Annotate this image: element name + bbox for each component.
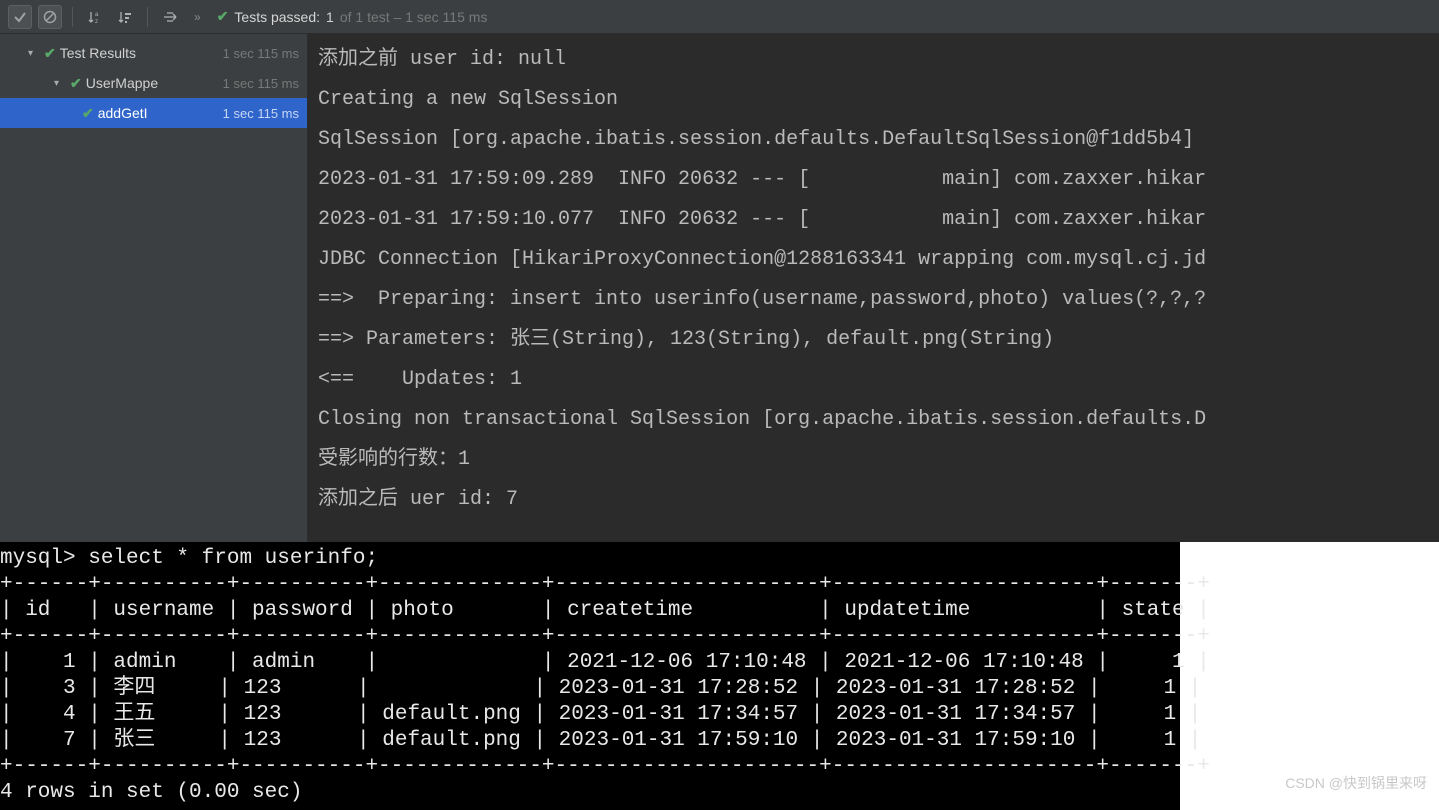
ide-test-panel: az » ✔ Tests passed: 1 of 1 test – 1 sec… — [0, 0, 1439, 542]
console-output[interactable]: 添加之前 user id: null Creating a new SqlSes… — [308, 34, 1439, 542]
check-icon: ✔ — [44, 45, 56, 62]
tree-root-test-results[interactable]: ▾ ✔ Test Results 1 sec 115 ms — [0, 38, 307, 68]
more-chevron-icon[interactable]: » — [194, 10, 201, 24]
separator — [147, 7, 148, 27]
ban-icon — [43, 10, 57, 24]
sort-alpha-button[interactable]: az — [83, 5, 107, 29]
check-icon: ✔ — [217, 8, 229, 25]
svg-text:z: z — [95, 19, 98, 25]
sort-alpha-icon: az — [87, 9, 103, 25]
mysql-terminal: mysql> select * from userinfo; +------+-… — [0, 542, 1180, 810]
expand-all-button[interactable] — [158, 5, 182, 29]
show-ignored-toggle[interactable] — [38, 5, 62, 29]
sort-duration-icon — [117, 9, 133, 25]
check-icon: ✔ — [82, 105, 94, 122]
test-toolbar: az » ✔ Tests passed: 1 of 1 test – 1 sec… — [0, 0, 1439, 34]
test-tree[interactable]: ▾ ✔ Test Results 1 sec 115 ms ▾ ✔ UserMa… — [0, 34, 308, 542]
sort-duration-button[interactable] — [113, 5, 137, 29]
watermark: CSDN @快到锅里来呀 — [1285, 773, 1427, 793]
chevron-down-icon[interactable]: ▾ — [54, 78, 66, 89]
show-passed-toggle[interactable] — [8, 5, 32, 29]
expand-icon — [162, 9, 178, 25]
check-icon — [13, 10, 27, 24]
separator — [72, 7, 73, 27]
chevron-down-icon[interactable]: ▾ — [28, 48, 40, 59]
tree-node-addget[interactable]: ✔ addGetI 1 sec 115 ms — [0, 98, 307, 128]
test-status-label: ✔ Tests passed: 1 of 1 test – 1 sec 115 … — [217, 8, 488, 25]
tree-node-usermapper[interactable]: ▾ ✔ UserMappe 1 sec 115 ms — [0, 68, 307, 98]
check-icon: ✔ — [70, 75, 82, 92]
svg-text:a: a — [95, 12, 99, 18]
